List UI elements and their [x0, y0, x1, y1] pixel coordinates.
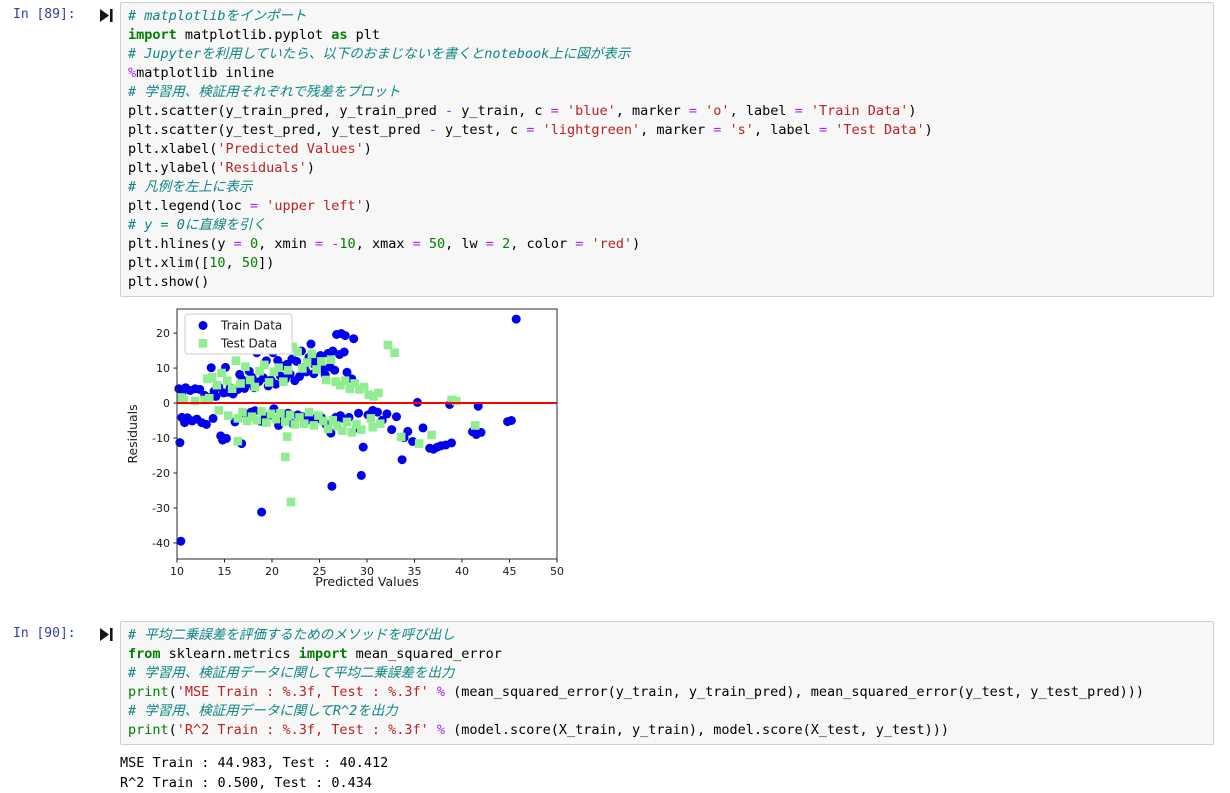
- x-tick-label: 45: [503, 565, 517, 578]
- y-tick-label: 10: [156, 362, 170, 375]
- prompt-area-89: In [89]:: [0, 2, 120, 22]
- x-tick-label: 20: [265, 565, 279, 578]
- y-tick-label: 0: [163, 397, 170, 410]
- code-line: print('MSE Train : %.3f, Test : %.3f' % …: [128, 684, 1145, 700]
- y-tick-label: -20: [152, 467, 170, 480]
- code-line: %matplotlib inline: [128, 65, 275, 81]
- legend: Train Data Test Data: [184, 313, 293, 355]
- code-line: # 凡例を左上に表示: [128, 179, 253, 195]
- output-text-line: R^2 Train : 0.500, Test : 0.434: [120, 774, 372, 791]
- code-cell-90: In [90]: # 平均二乗誤差を評価するためのメソッドを呼び出し from s…: [0, 621, 1214, 745]
- y-tick-label: -40: [152, 537, 170, 550]
- code-editor-90[interactable]: # 平均二乗誤差を評価するためのメソッドを呼び出し from sklearn.me…: [120, 621, 1214, 745]
- y-tick-label: -10: [152, 432, 170, 445]
- run-collapsed-icon[interactable]: [100, 628, 113, 641]
- code-editor-89[interactable]: # matplotlibをインポート import matplotlib.pypl…: [120, 2, 1214, 297]
- code-line: plt.show(): [128, 274, 210, 290]
- code-line: plt.ylabel('Residuals'): [128, 160, 315, 176]
- x-axis-label: Predicted Values: [315, 574, 419, 589]
- y-tick-label: -30: [152, 502, 170, 515]
- code-line: # y = 0に直線を引く: [128, 217, 266, 233]
- run-collapsed-icon[interactable]: [100, 9, 113, 22]
- y-tick-label: 20: [156, 327, 170, 340]
- text-output: MSE Train : 44.983, Test : 40.412 R^2 Tra…: [120, 754, 1214, 793]
- residuals-scatter-chart: 10 15 20 25 30 35 40 45 50-40-30-20-1001020Train…: [125, 308, 564, 589]
- code-line: from sklearn.metrics import mean_squared…: [128, 646, 502, 662]
- prompt-area-90: In [90]:: [0, 621, 120, 641]
- code-line: plt.xlabel('Predicted Values'): [128, 141, 372, 157]
- x-tick-label: 50: [550, 565, 564, 578]
- code-line: # 学習用、検証用データに関してR^2を出力: [128, 703, 398, 719]
- legend-label-train: Train Data: [220, 319, 282, 333]
- code-line: plt.scatter(y_train_pred, y_train_pred -…: [128, 103, 917, 119]
- x-tick-label: 40: [455, 565, 469, 578]
- x-tick-label: 15: [218, 565, 232, 578]
- plot-output: 10 15 20 25 30 35 40 45 50 -40 -30 -20 -10 0 10 20 Train…: [122, 302, 1214, 604]
- output-area-90: MSE Train : 44.983, Test : 40.412 R^2 Tra…: [120, 754, 1214, 793]
- code-line: # 学習用、検証用データに関して平均二乗誤差を出力: [128, 665, 455, 681]
- output-text-line: MSE Train : 44.983, Test : 40.412: [120, 755, 389, 771]
- code-line: # 平均二乗誤差を評価するためのメソッドを呼び出し: [128, 627, 455, 643]
- code-line: plt.hlines(y = 0, xmin = -10, xmax = 50,…: [128, 236, 641, 252]
- output-area-89: 10 15 20 25 30 35 40 45 50 -40 -30 -20 -10 0 10 20 Train…: [120, 302, 1214, 604]
- code-line: plt.scatter(y_test_pred, y_test_pred - y…: [128, 122, 933, 138]
- code-line: import matplotlib.pyplot as plt: [128, 27, 380, 43]
- x-tick-label: 10: [170, 565, 184, 578]
- code-line: # matplotlibをインポート: [128, 8, 307, 24]
- code-line: # Jupyterを利用していたら、以下のおまじないを書くとnotebook上に…: [128, 46, 631, 62]
- code-line: plt.legend(loc = 'upper left'): [128, 198, 372, 214]
- code-line: plt.xlim([10, 50]): [128, 255, 275, 271]
- code-line: print('R^2 Train : %.3f, Test : %.3f' % …: [128, 722, 949, 738]
- legend-label-test: Test Data: [220, 337, 277, 351]
- notebook: In [89]: # matplotlibをインポート import matplo…: [0, 0, 1230, 793]
- y-axis-label: Residuals: [125, 404, 140, 463]
- code-line: # 学習用、検証用それぞれで残差をプロット: [128, 84, 401, 100]
- code-cell-89: In [89]: # matplotlibをインポート import matplo…: [0, 2, 1214, 297]
